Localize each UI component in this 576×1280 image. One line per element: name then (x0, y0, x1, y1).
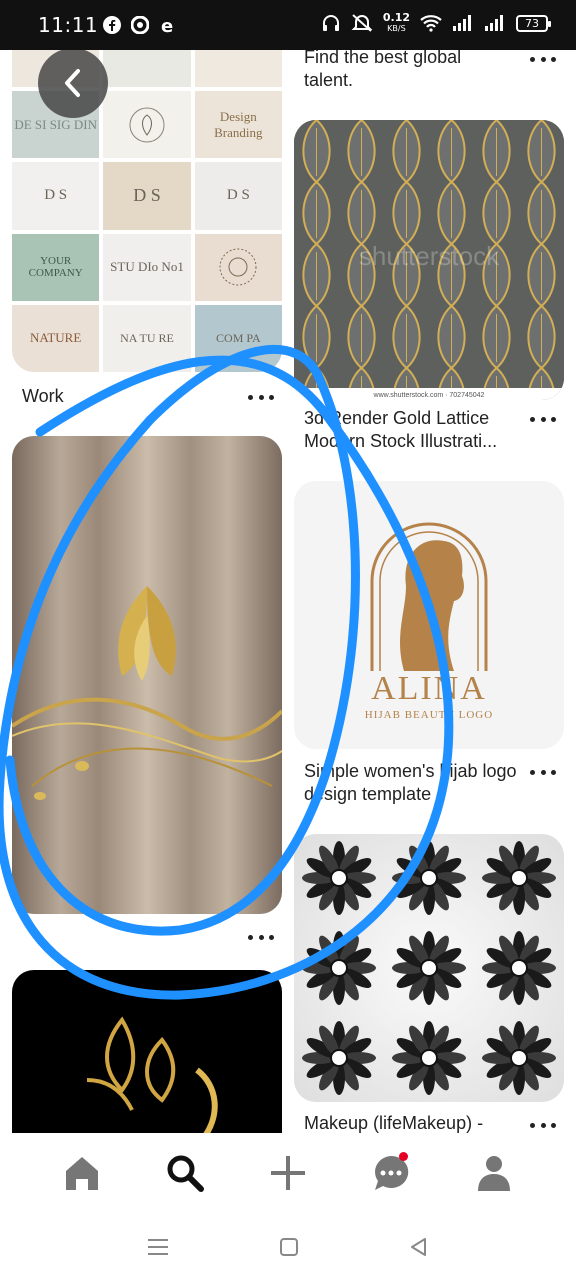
logo-tile: YOUR COMPANY (12, 233, 100, 301)
system-nav-bar (0, 1213, 576, 1280)
mandala-flower (392, 841, 466, 915)
pin-title[interactable]: Simple women's hijab logo design templat… (304, 760, 519, 806)
status-bar: 11:11 e 0.12 KB/S 73 (0, 0, 576, 50)
search-icon[interactable] (160, 1148, 210, 1198)
profile-icon[interactable] (469, 1148, 519, 1198)
pin-title[interactable]: Work (22, 385, 64, 408)
mandala-flower (482, 841, 556, 915)
mandala-flowers (302, 841, 556, 1095)
more-options-button[interactable] (530, 1118, 556, 1132)
pin-title[interactable]: 3d Render Gold Lattice Modern Stock Illu… (304, 407, 524, 453)
circle-logo-icon (194, 233, 282, 301)
headphones-icon (322, 15, 339, 31)
net-speed-value: 0.12 (382, 11, 410, 24)
logo-text: ALINA (371, 670, 487, 707)
hijab-logo-graphic: ALINA HIJAB BEAUTY LOGO (365, 522, 493, 721)
wifi-icon (420, 15, 442, 32)
mandala-flower (302, 841, 376, 915)
pin-image-hijab-logo[interactable]: ALINA HIJAB BEAUTY LOGO (294, 481, 564, 749)
battery-icon: 73 (516, 14, 551, 32)
chevron-left-icon (65, 69, 80, 97)
more-options-button[interactable] (248, 930, 274, 944)
more-options-button[interactable] (530, 52, 556, 66)
home-square-icon[interactable] (279, 1237, 299, 1257)
pin-image-gold-lattice[interactable]: shutterstock www.shutterstock.com · 7027… (294, 120, 564, 400)
gold-leaf-illustration (12, 586, 282, 800)
signal-icon-1 (453, 15, 471, 31)
add-icon[interactable] (263, 1148, 313, 1198)
back-button[interactable] (38, 50, 108, 118)
status-right: 0.12 KB/S 73 (321, 12, 551, 34)
more-options-button[interactable] (530, 765, 556, 779)
gold-lattice-pattern: shutterstock www.shutterstock.com · 7027… (294, 120, 564, 400)
mandala-flower (482, 931, 556, 1005)
net-speed: 0.12 KB/S (383, 12, 410, 34)
status-time: 11:11 (38, 13, 99, 37)
more-options-button[interactable] (530, 412, 556, 426)
logo-tile: D S (194, 162, 282, 230)
chrome-icon (130, 15, 150, 35)
logo-tile: D S (103, 162, 191, 230)
more-options-button[interactable] (248, 390, 274, 404)
pin-title[interactable]: Find the best global talent. (304, 50, 504, 92)
mandala-flower (482, 1021, 556, 1095)
pin-image-gold-wallpaper[interactable] (12, 436, 282, 914)
logo-tile: STU DIo No1 (103, 233, 191, 301)
image-caption: www.shutterstock.com · 702745042 (373, 392, 485, 399)
logo-tile: NA TU RE (103, 304, 191, 372)
pin-image-gold-logo[interactable] (12, 970, 282, 1133)
e-app-icon: e (158, 15, 178, 35)
logo-subtext: HIJAB BEAUTY LOGO (365, 709, 493, 721)
logo-tile: NATURE (12, 304, 100, 372)
mandala-flower (302, 1021, 376, 1095)
pin-feed[interactable]: DE SI SIG DIN Design Branding D S D S D … (0, 50, 576, 1133)
signal-icon-2 (485, 15, 503, 31)
facebook-icon (102, 15, 122, 35)
pin-title[interactable]: Makeup (lifeMakeup) - (304, 1112, 519, 1133)
mute-icon (351, 14, 373, 32)
net-speed-unit: KB/S (387, 24, 406, 33)
watermark-text: shutterstock (359, 241, 500, 271)
messages-icon[interactable] (366, 1148, 416, 1198)
mandala-flower (392, 1021, 466, 1095)
logo-tile: Design Branding (194, 91, 282, 159)
logo-tile: COM PA (194, 304, 282, 372)
pin-image-logo-grid[interactable]: DE SI SIG DIN Design Branding D S D S D … (12, 50, 282, 372)
svg-text:e: e (161, 16, 173, 34)
mandala-flower (302, 931, 376, 1005)
pin-image-mandala-set[interactable] (294, 834, 564, 1102)
back-triangle-icon[interactable] (409, 1237, 429, 1257)
leaf-logo-icon (103, 91, 191, 159)
status-app-icons: e (102, 15, 178, 35)
gold-woman-leaf-logo (86, 1016, 218, 1133)
menu-icon[interactable] (147, 1237, 169, 1257)
home-icon[interactable] (57, 1148, 107, 1198)
bottom-nav (0, 1133, 576, 1213)
mandala-flower (392, 931, 466, 1005)
logo-tile: D S (12, 162, 100, 230)
